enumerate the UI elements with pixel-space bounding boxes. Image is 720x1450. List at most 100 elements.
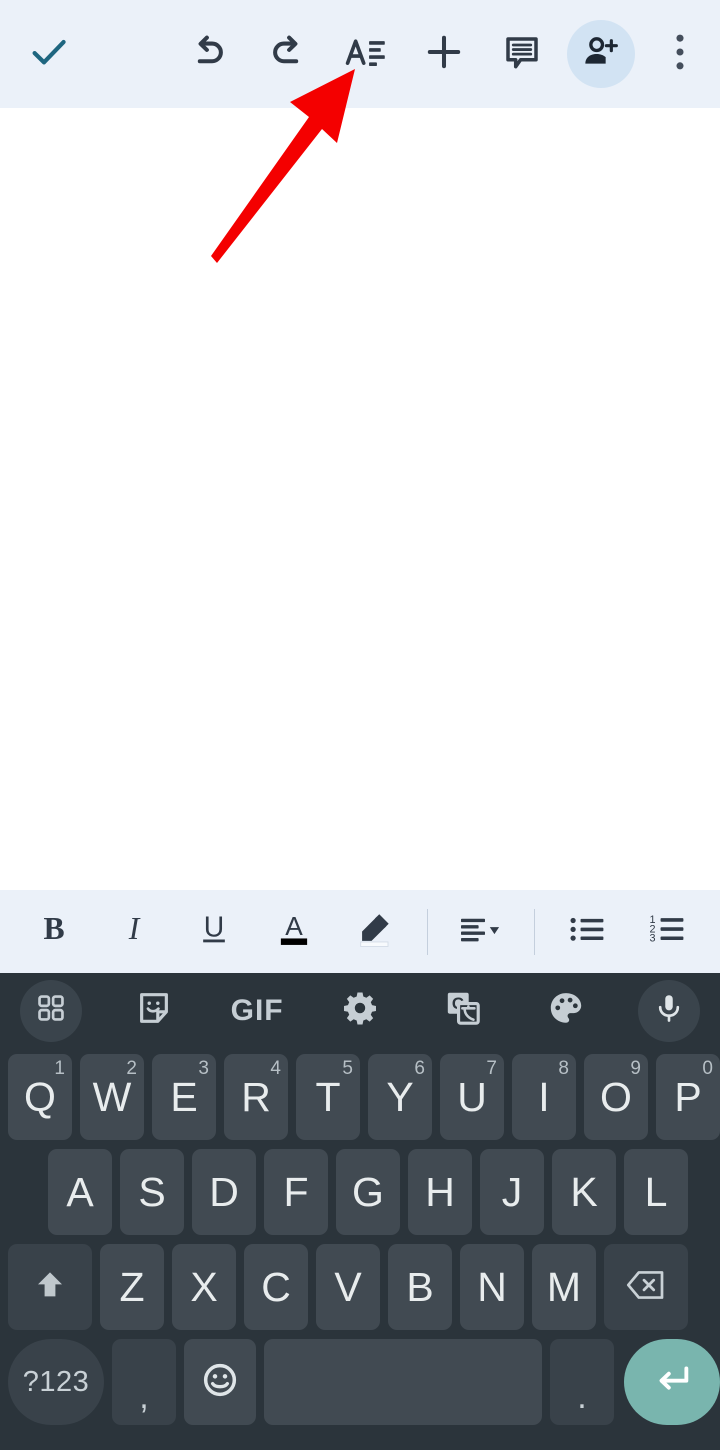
key-comma-label: , [139,1378,149,1416]
text-format-toolbar: B I U A 1 2 3 [0,890,720,973]
insert-button[interactable] [405,0,483,108]
key-label: M [546,1263,582,1310]
key-label: R [241,1073,271,1120]
highlighter-icon [353,908,395,955]
key-D[interactable]: D [192,1149,256,1235]
key-J[interactable]: J [480,1149,544,1235]
kb-toolbar-mic[interactable] [617,973,720,1048]
key-Y[interactable]: Y 6 [368,1054,432,1140]
italic-button[interactable]: I [94,890,174,973]
key-T[interactable]: T 5 [296,1054,360,1140]
key-O[interactable]: O 9 [584,1054,648,1140]
key-emoji[interactable] [184,1339,256,1425]
key-label: V [334,1263,362,1310]
key-enter[interactable] [624,1339,720,1425]
key-A[interactable]: A [48,1149,112,1235]
key-X[interactable]: X [172,1244,236,1330]
document-editing-area[interactable] [0,108,720,890]
key-label: U [457,1073,487,1120]
keyboard-row-3: Z X C V B N M [0,1243,720,1331]
gif-icon: GIF [230,993,284,1027]
key-H[interactable]: H [408,1149,472,1235]
key-E[interactable]: E 3 [152,1054,216,1140]
key-alt-number: 8 [558,1058,569,1079]
underline-button[interactable]: U [174,890,254,973]
align-left-icon [457,908,505,955]
translate-icon: G [444,989,482,1032]
bulleted-list-button[interactable] [548,890,628,973]
key-symbols-label: ?123 [22,1365,90,1398]
key-label: B [406,1263,434,1310]
redo-button[interactable] [248,0,326,108]
key-P[interactable]: P 0 [656,1054,720,1140]
format-button[interactable] [327,0,405,108]
italic-icon: I [114,909,154,954]
key-V[interactable]: V [316,1244,380,1330]
key-space[interactable] [264,1339,542,1425]
key-Z[interactable]: Z [100,1244,164,1330]
key-label: W [92,1073,132,1120]
key-F[interactable]: F [264,1149,328,1235]
key-K[interactable]: K [552,1149,616,1235]
key-S[interactable]: S [120,1149,184,1235]
key-G[interactable]: G [336,1149,400,1235]
key-label: J [501,1168,523,1215]
key-backspace[interactable] [604,1244,688,1330]
key-alt-number: 9 [630,1058,641,1079]
svg-text:I: I [128,911,141,946]
key-label: F [283,1168,309,1215]
key-label: G [352,1168,384,1215]
key-W[interactable]: W 2 [80,1054,144,1140]
on-screen-keyboard: GIF G [0,973,720,1450]
kb-toolbar-translate[interactable]: G [411,973,514,1048]
undo-button[interactable] [170,0,248,108]
svg-text:B: B [43,911,64,946]
bold-icon: B [34,909,74,954]
key-label: O [600,1073,632,1120]
share-button-chip [566,20,635,88]
key-alt-number: 0 [702,1058,713,1079]
key-Q[interactable]: Q 1 [8,1054,72,1140]
numbered-list-button[interactable]: 1 2 3 [628,890,708,973]
key-label: N [477,1263,507,1310]
key-M[interactable]: M [532,1244,596,1330]
overflow-button[interactable] [640,0,720,108]
key-L[interactable]: L [624,1149,688,1235]
key-period-label: . [577,1378,587,1416]
kb-toolbar-theme[interactable] [514,973,617,1048]
key-I[interactable]: I 8 [512,1054,576,1140]
share-button[interactable] [561,0,639,108]
key-N[interactable]: N [460,1244,524,1330]
key-label: X [190,1263,218,1310]
highlight-button[interactable] [334,890,414,973]
svg-text:3: 3 [650,933,656,945]
key-alt-number: 4 [270,1058,281,1079]
text-color-button[interactable]: A [254,890,334,973]
align-button[interactable] [441,890,521,973]
key-period[interactable]: . [550,1339,614,1425]
key-alt-number: 7 [486,1058,497,1079]
key-alt-number: 3 [198,1058,209,1079]
key-label: Q [24,1073,56,1120]
grid-apps-icon [35,992,67,1029]
kb-toolbar-stickers[interactable] [103,973,206,1048]
svg-text:A: A [285,911,303,941]
key-comma[interactable]: , [112,1339,176,1425]
key-label: S [138,1168,166,1215]
key-label: T [315,1073,341,1120]
kb-toolbar-settings[interactable] [309,973,412,1048]
key-R[interactable]: R 4 [224,1054,288,1140]
bold-button[interactable]: B [14,890,94,973]
key-B[interactable]: B [388,1244,452,1330]
key-U[interactable]: U 7 [440,1054,504,1140]
key-symbols[interactable]: ?123 [8,1339,104,1425]
kb-toolbar-gif[interactable]: GIF [206,973,309,1048]
key-label: H [425,1168,455,1215]
kb-toolbar-apps[interactable] [0,973,103,1048]
key-shift[interactable] [8,1244,92,1330]
key-C[interactable]: C [244,1244,308,1330]
kb-mic-chip [637,979,700,1042]
key-alt-number: 2 [126,1058,137,1079]
comment-button[interactable] [483,0,561,108]
done-button[interactable] [0,0,98,108]
